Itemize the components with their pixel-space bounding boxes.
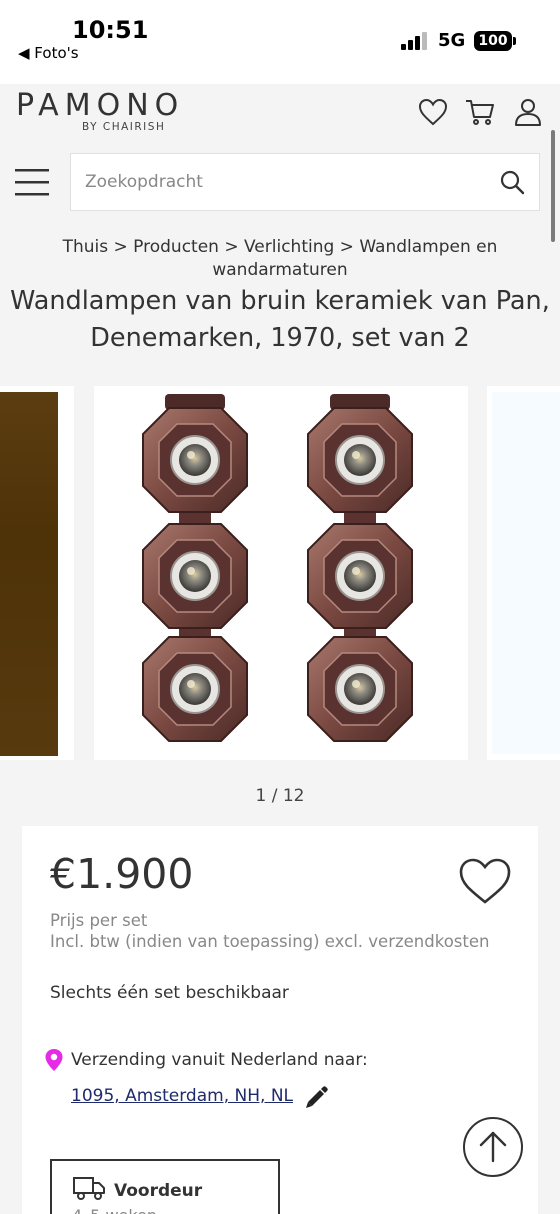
gallery-next-slide[interactable] — [487, 386, 560, 760]
delivery-option-card[interactable]: Voordeur 4–5 weken — [50, 1159, 280, 1214]
product-price: €1.900 — [50, 850, 194, 898]
back-to-top-button[interactable] — [463, 1117, 523, 1177]
search-icon[interactable] — [499, 169, 525, 195]
user-icon[interactable] — [512, 96, 544, 128]
gallery-main-slide[interactable] — [94, 386, 468, 760]
location-pin-icon — [45, 1049, 63, 1071]
price-per-set-note: Prijs per set — [50, 911, 148, 930]
back-to-app-link[interactable]: ◀ Foto's — [18, 44, 79, 62]
search-input[interactable] — [85, 154, 485, 210]
gallery-prev-slide[interactable] — [0, 386, 74, 760]
previous-product-image — [0, 392, 58, 756]
heart-icon[interactable] — [417, 96, 449, 128]
gallery-counter: 1 / 12 — [255, 786, 305, 806]
logo-subtitle: BY CHAIRISH — [82, 121, 166, 133]
status-bar: 10:51 ◀ Foto's 5G 100 — [0, 0, 560, 84]
product-image — [94, 386, 468, 760]
shipping-location-link[interactable]: 1095, Amsterdam, NH, NL — [71, 1086, 293, 1106]
next-product-image — [492, 392, 560, 754]
pamono-logo[interactable]: PAMONO — [16, 88, 184, 123]
delivery-option-label: Voordeur — [114, 1181, 203, 1201]
menu-icon[interactable] — [14, 166, 50, 198]
shipping-from-label: Verzending vanuit Nederland naar: — [71, 1050, 368, 1070]
truck-icon — [73, 1177, 105, 1200]
favorite-heart-icon[interactable] — [458, 856, 512, 906]
signal-icon — [401, 32, 431, 50]
site-header: PAMONO BY CHAIRISH — [0, 84, 560, 230]
status-time: 10:51 — [72, 16, 149, 44]
image-gallery[interactable] — [0, 386, 560, 762]
breadcrumb[interactable]: Thuis > Producten > Verlichting > Wandla… — [0, 236, 560, 282]
edit-pencil-icon[interactable] — [304, 1084, 330, 1110]
page-scrollbar[interactable] — [551, 130, 555, 242]
network-type: 5G — [438, 30, 466, 51]
product-title: Wandlampen van bruin keramiek van Pan, D… — [10, 286, 550, 353]
availability-text: Slechts één set beschikbaar — [50, 983, 289, 1003]
product-info-card: €1.900 Prijs per set Incl. btw (indien v… — [22, 826, 538, 1214]
cart-icon[interactable] — [464, 96, 496, 128]
vat-shipping-note: Incl. btw (indien van toepassing) excl. … — [50, 932, 490, 951]
delivery-time: 4–5 weken — [72, 1206, 157, 1214]
search-box — [70, 153, 540, 211]
arrow-up-icon — [479, 1131, 507, 1163]
battery-icon: 100 — [474, 31, 516, 51]
